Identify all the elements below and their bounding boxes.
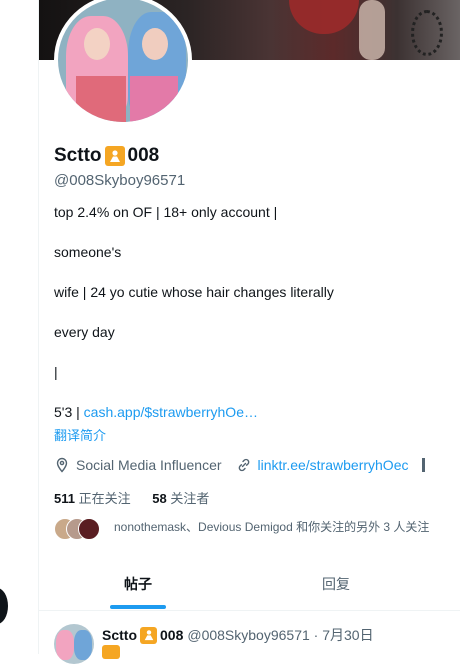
profile-website-link[interactable]: linktr.ee/strawberryhOec <box>258 457 409 473</box>
bio-line-5: | <box>54 364 58 380</box>
bio-line-3: wife | 24 yo cutie whose hair changes li… <box>54 284 334 300</box>
mutual-followers-text[interactable]: nonothemask、Devious Demigod 和你关注的另外 3 人关… <box>114 518 429 535</box>
profile-name: Sctto 008 <box>54 145 159 167</box>
avatar <box>78 518 100 540</box>
sidebar-button[interactable] <box>0 588 8 624</box>
tabs-divider <box>39 610 460 611</box>
tab-replies[interactable]: 回复 <box>322 574 350 594</box>
person-emoji-icon <box>104 146 125 166</box>
calendar-icon <box>422 458 426 472</box>
person-emoji-icon <box>140 626 157 644</box>
post-header: Sctto 008 @008Skyboy96571 · 7月30日 <box>102 625 374 645</box>
active-tab-indicator <box>110 605 166 609</box>
bio-line-6: 5'3 | cash.app/$strawberryhOe… <box>54 404 258 420</box>
followers-stat[interactable]: 58 关注者 <box>152 491 209 506</box>
profile-avatar[interactable] <box>54 0 192 126</box>
follow-stats: 511 正在关注 58 关注者 <box>54 488 209 507</box>
bio-line-2: someone's <box>54 244 122 260</box>
person-emoji-icon <box>102 645 120 659</box>
post-author-name[interactable]: Sctto 008 <box>102 626 183 644</box>
profile-handle: @008Skyboy96571 <box>54 172 186 189</box>
profile-name-suffix: 008 <box>127 145 160 166</box>
bio-cashapp-link[interactable]: cash.app/$strawberryhOe… <box>84 404 258 420</box>
translate-bio-link[interactable]: 翻译简介 <box>54 425 106 444</box>
profile-category: Social Media Influencer <box>76 457 222 473</box>
tab-posts[interactable]: 帖子 <box>124 574 152 594</box>
link-icon <box>238 458 249 472</box>
bio-height: 5'3 | <box>54 404 84 420</box>
post-text-start <box>102 645 120 664</box>
left-sidebar <box>0 0 38 654</box>
post-avatar[interactable] <box>54 624 94 664</box>
following-stat[interactable]: 511 正在关注 <box>54 491 131 506</box>
mutual-followers-avatars[interactable] <box>54 518 104 540</box>
location-pin-icon <box>56 457 68 473</box>
profile-meta: Social Media Influencer linktr.ee/strawb… <box>54 456 426 474</box>
bio-line-1: top 2.4% on OF | 18+ only account | <box>54 204 278 220</box>
post-handle-date: @008Skyboy96571 · 7月30日 <box>187 627 374 643</box>
column-divider <box>38 0 39 654</box>
bio-line-4: every day <box>54 324 115 340</box>
profile-name-prefix: Sctto <box>54 145 102 166</box>
